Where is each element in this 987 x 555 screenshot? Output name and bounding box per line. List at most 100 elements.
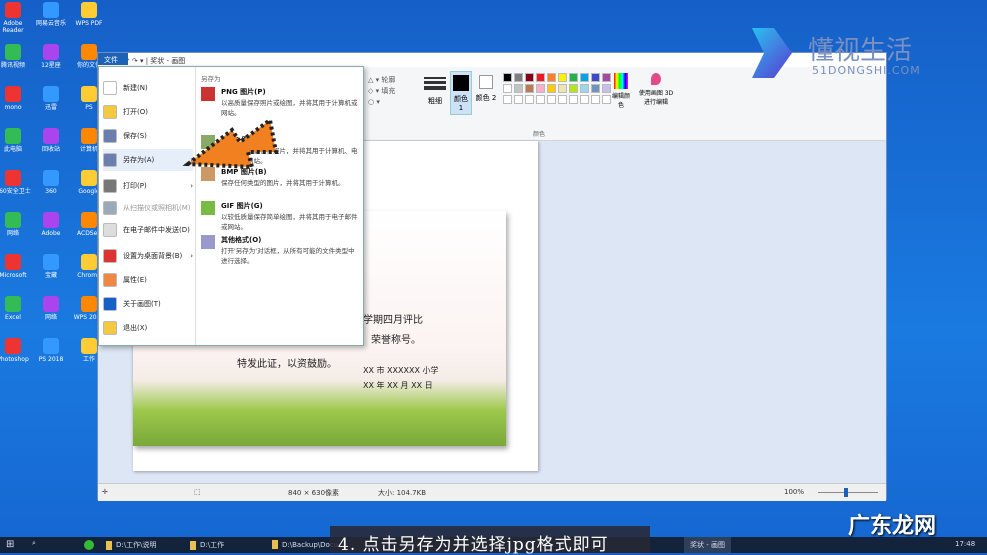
color-swatch[interactable] [569, 84, 578, 93]
desktop-icon[interactable]: 360安全卫士 [0, 170, 32, 195]
color-swatch[interactable] [558, 73, 567, 82]
color-swatch[interactable] [525, 73, 534, 82]
edit-colors-button[interactable]: 编辑颜色 [610, 73, 632, 109]
zoom-slider[interactable] [818, 488, 878, 497]
color-swatch[interactable] [569, 73, 578, 82]
color-swatch[interactable] [525, 84, 534, 93]
color-swatch[interactable] [569, 95, 578, 104]
menu-item[interactable]: 属性(E) [103, 269, 193, 291]
shape-options[interactable]: △ ▾ 轮廓 ◇ ▾ 填充 ○ ▾ [368, 75, 395, 108]
menu-item[interactable]: 新建(N) [103, 77, 193, 99]
color-swatch[interactable] [503, 73, 512, 82]
desktop-icon-label: Excel [5, 314, 21, 321]
menu-item-label: 属性(E) [123, 276, 147, 284]
app-icon [43, 86, 59, 102]
desktop-icon-label: Photoshop [0, 356, 29, 363]
app-icon [5, 128, 21, 144]
app-icon [81, 2, 97, 18]
color-swatch[interactable] [580, 73, 589, 82]
app-icon [43, 338, 59, 354]
color-swatch[interactable] [536, 95, 545, 104]
desktop-icon[interactable]: Adobe Reader [0, 2, 32, 34]
app-icon [5, 296, 21, 312]
app-icon [5, 254, 21, 270]
color-swatch[interactable] [591, 73, 600, 82]
browser-icon[interactable] [84, 540, 94, 550]
menu-item[interactable]: 关于画图(T) [103, 293, 193, 315]
desktop-icon[interactable]: 12星座 [32, 44, 70, 69]
search-icon[interactable]: ⌕ [32, 539, 36, 548]
desktop-icon[interactable]: mono [0, 86, 32, 111]
taskbar-item-paint[interactable]: 奖状 - 画图 [684, 537, 731, 553]
paint3d-icon [651, 73, 661, 85]
color-swatch[interactable] [547, 95, 556, 104]
color-swatch[interactable] [514, 95, 523, 104]
color2-button[interactable]: 颜色 2 [475, 71, 497, 115]
desktop-icon[interactable]: Microsoft [0, 254, 32, 279]
clock[interactable]: 17:48 [955, 540, 975, 548]
color-swatch[interactable] [591, 84, 600, 93]
color-swatch[interactable] [536, 73, 545, 82]
saveas-format-option[interactable]: 其他格式(O) 打开'另存为'对话框，从所有可能的文件类型中进行选择。 [201, 235, 361, 265]
desktop-icon[interactable]: 网易云音乐 [32, 2, 70, 27]
cert-line3: 特发此证，以资鼓励。 [237, 359, 337, 370]
menu-item[interactable]: 设置为桌面背景(B) › [103, 245, 193, 267]
color-swatch[interactable] [536, 84, 545, 93]
desktop-icon-label: 计算机 [79, 146, 98, 153]
taskbar-item[interactable]: D:\工作\说明 [106, 540, 156, 550]
thickness-button[interactable]: 粗细 [424, 75, 446, 106]
desktop-icon-label: 360 [45, 188, 57, 195]
color-swatch[interactable] [558, 95, 567, 104]
desktop-icon[interactable]: Adobe [32, 212, 70, 237]
chevron-right-icon: › [190, 252, 193, 260]
app-icon [81, 212, 97, 228]
menu-item-label: 从扫描仪或照相机(M) [123, 204, 191, 212]
menu-item[interactable]: 在电子邮件中发送(D) [103, 219, 193, 241]
cert-date: XX 年 XX 月 XX 日 [363, 381, 433, 390]
color-swatch[interactable] [514, 73, 523, 82]
file-size: 大小: 104.7KB [378, 489, 427, 497]
desktop-icon[interactable]: 宝藏 [32, 254, 70, 279]
paint3d-button[interactable]: 使用画图 3D 进行编辑 [636, 73, 676, 106]
desktop-icon[interactable]: 腾讯视频 [0, 44, 32, 69]
color-swatch[interactable] [580, 84, 589, 93]
color-swatch[interactable] [547, 84, 556, 93]
desktop-icon-label: 网络 [6, 230, 19, 237]
color-swatch[interactable] [525, 95, 534, 104]
color1-button[interactable]: 颜色 1 [450, 71, 472, 115]
desktop-icon[interactable]: WPS PDF [70, 2, 108, 27]
desktop-icon[interactable]: 360 [32, 170, 70, 195]
color-swatch[interactable] [558, 84, 567, 93]
menu-item-icon [103, 81, 117, 95]
start-icon[interactable]: ⊞ [6, 539, 14, 550]
app-icon [43, 2, 59, 18]
color-swatch[interactable] [514, 84, 523, 93]
desktop-icon[interactable]: 网络 [32, 296, 70, 321]
color-swatch[interactable] [503, 84, 512, 93]
saveas-format-option[interactable]: GIF 图片(G) 以较低质量保存简单绘图，并将其用于电子邮件或网站。 [201, 201, 361, 231]
file-tab[interactable]: 文件 [98, 53, 128, 65]
color-swatch[interactable] [547, 73, 556, 82]
taskbar-item[interactable]: D:\工作 [190, 540, 224, 550]
format-name: GIF 图片(G) [221, 202, 263, 210]
menu-item[interactable]: 退出(X) [103, 317, 193, 339]
color-swatch[interactable] [503, 95, 512, 104]
color-palette[interactable] [503, 73, 613, 113]
desktop-icon[interactable]: 网络 [0, 212, 32, 237]
color-swatch[interactable] [580, 95, 589, 104]
menu-item[interactable]: 从扫描仪或照相机(M) [103, 197, 193, 219]
app-icon [43, 128, 59, 144]
desktop-icon[interactable]: PS 2018 [32, 338, 70, 363]
desktop-icon[interactable]: Excel [0, 296, 32, 321]
desktop-icon-label: Adobe [41, 230, 61, 237]
desktop-icon[interactable]: 此电脑 [0, 128, 32, 153]
desktop-icon[interactable]: 回收站 [32, 128, 70, 153]
desktop-icon[interactable]: 迅雷 [32, 86, 70, 111]
app-icon [5, 212, 21, 228]
desktop-icon-label: 回收站 [41, 146, 60, 153]
color-swatch[interactable] [591, 95, 600, 104]
file-menu: 另存为 新建(N) 打开(O) 保存(S) 另存为(A) › 打印(P) › 从扫描仪或照相机… [98, 66, 364, 346]
format-icon [201, 87, 215, 101]
desktop-icon[interactable]: Photoshop [0, 338, 32, 363]
menu-item-label: 退出(X) [123, 324, 148, 332]
